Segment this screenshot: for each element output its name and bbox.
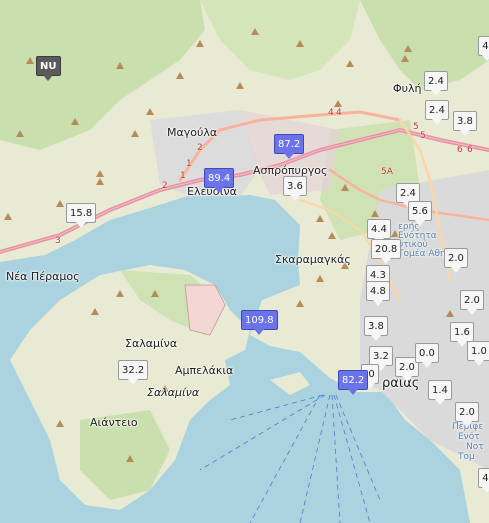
station-marker[interactable]: 1.4 bbox=[428, 380, 452, 405]
station-marker[interactable]: 2.4 bbox=[396, 183, 420, 208]
place-fyli: Φυλή bbox=[393, 82, 422, 95]
station-marker[interactable]: 2.0 bbox=[455, 402, 479, 427]
station-marker[interactable]: 87.2 bbox=[274, 134, 305, 159]
place-aianteio: Αιάντειο bbox=[90, 416, 138, 429]
road-number: 4 bbox=[336, 108, 342, 118]
station-marker[interactable]: 0.0 bbox=[415, 343, 439, 368]
station-marker[interactable]: 32.2 bbox=[118, 360, 149, 385]
station-marker[interactable]: 1.0 bbox=[467, 341, 489, 366]
station-marker[interactable]: 109.8 bbox=[241, 310, 278, 335]
road-number: 2 bbox=[162, 181, 168, 191]
station-marker[interactable]: 2.0 bbox=[460, 290, 484, 315]
station-marker[interactable]: 89.4 bbox=[204, 168, 235, 193]
station-marker[interactable]: 2.4 bbox=[424, 71, 448, 96]
place-salamina-island: Σαλαμίνα bbox=[147, 386, 200, 399]
road-number: 6 bbox=[467, 145, 473, 155]
road-number: 3 bbox=[55, 236, 61, 246]
station-marker[interactable]: NU bbox=[36, 56, 61, 81]
station-marker[interactable]: 1.6 bbox=[450, 322, 474, 347]
station-marker[interactable]: 3.8 bbox=[364, 316, 388, 341]
map-base bbox=[0, 0, 489, 523]
station-marker[interactable]: 20.8 bbox=[371, 239, 402, 264]
place-ampelakia: Αμπελάκια bbox=[175, 364, 234, 377]
road-number: 4 bbox=[328, 108, 334, 118]
station-marker[interactable]: 3.6 bbox=[283, 176, 307, 201]
place-magoula: Μαγούλα bbox=[167, 126, 218, 139]
road-number: 5A bbox=[381, 167, 393, 177]
place-salamina: Σαλαμίνα bbox=[125, 337, 178, 350]
road-number: 1 bbox=[180, 171, 186, 181]
road-number: 1 bbox=[186, 159, 192, 169]
station-marker[interactable]: 3.8 bbox=[453, 111, 477, 136]
station-marker[interactable]: 4.4 bbox=[367, 219, 391, 244]
place-nea-peramos: Νέα Πέραμος bbox=[6, 270, 80, 283]
road-number: 6 bbox=[457, 145, 463, 155]
place-peiraias: ραιάς bbox=[382, 376, 420, 391]
place-skaramangas: Σκαραμαγκάς bbox=[275, 253, 351, 266]
station-marker[interactable]: 5.6 bbox=[408, 201, 432, 226]
station-marker[interactable]: 4.8 bbox=[366, 281, 390, 306]
station-marker[interactable]: 3.2 bbox=[369, 346, 393, 371]
place-district-label: Ενότ bbox=[458, 432, 480, 442]
map-view[interactable]: 2 1 1 2 3 4 4 5 5 5A 6 6 Νέα Πέραμος Μαγ… bbox=[0, 0, 489, 523]
station-marker[interactable]: 2.0 bbox=[444, 248, 468, 273]
station-marker[interactable]: 2.4 bbox=[425, 100, 449, 125]
road-number: 5 bbox=[413, 122, 419, 132]
place-district-label: Νοτ bbox=[466, 442, 484, 452]
road-number: 2 bbox=[197, 143, 203, 153]
road-number: 5 bbox=[420, 131, 426, 141]
place-district-label: Τομ bbox=[458, 452, 475, 462]
station-marker[interactable]: 15.8 bbox=[66, 203, 97, 228]
station-marker[interactable]: 82.2 bbox=[338, 370, 369, 395]
station-marker[interactable]: 4. bbox=[478, 468, 489, 493]
station-marker[interactable]: 4. bbox=[478, 36, 489, 61]
